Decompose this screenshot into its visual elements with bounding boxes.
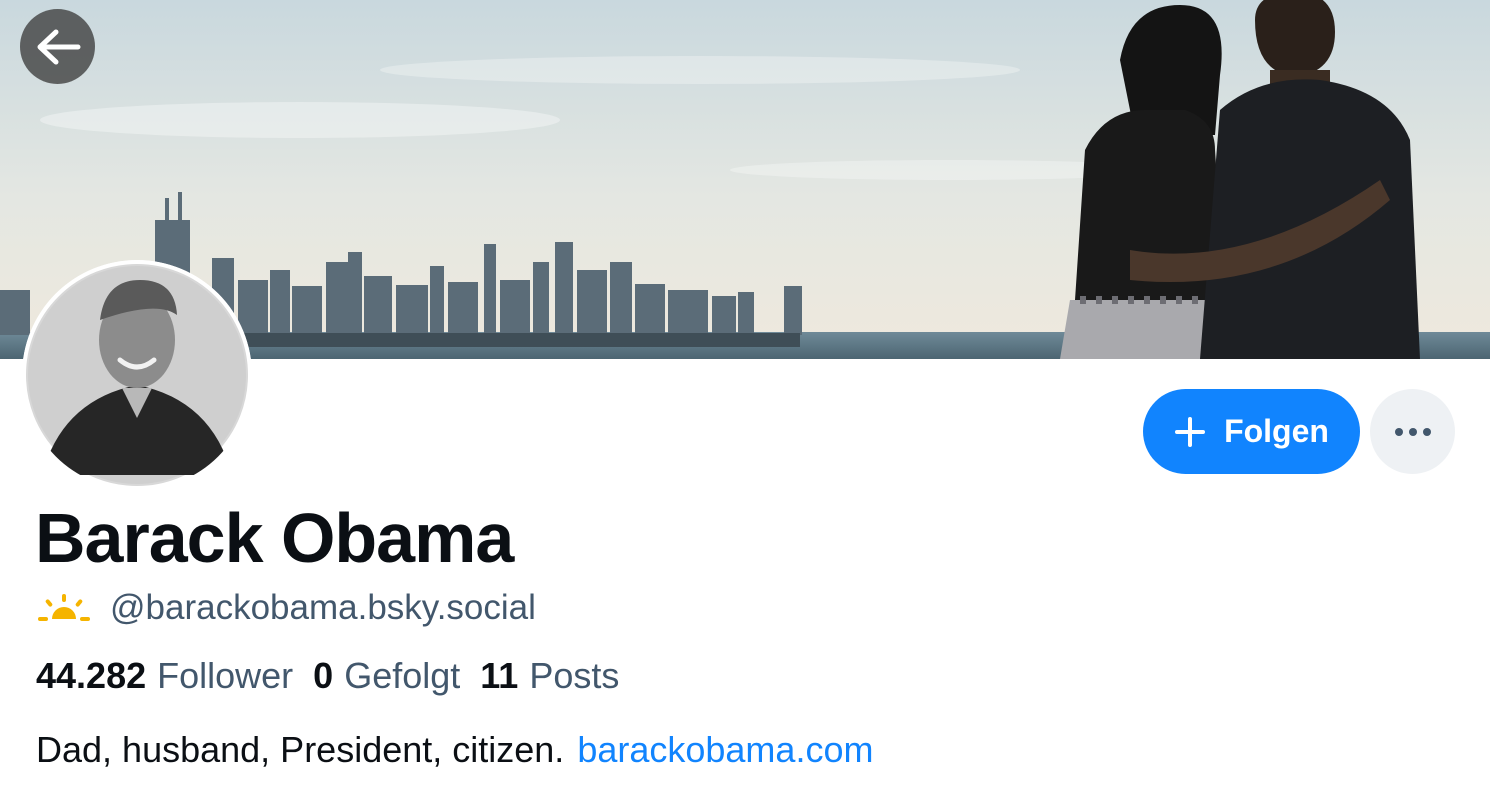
avatar[interactable]: [22, 260, 252, 490]
back-button[interactable]: [20, 9, 95, 84]
handle[interactable]: @barackobama.bsky.social: [110, 588, 536, 628]
bio-link[interactable]: barackobama.com: [577, 729, 873, 771]
handle-row: @barackobama.bsky.social: [38, 588, 536, 628]
following-count: 0: [313, 655, 334, 696]
bio-text: Dad, husband, President, citizen.: [36, 729, 565, 770]
avatar-image: [22, 260, 252, 490]
profile-bio: Dad, husband, President, citizen. barack…: [36, 729, 873, 771]
more-options-button[interactable]: [1370, 389, 1455, 474]
sunrise-icon: [38, 594, 90, 621]
posts-stat: 11 Posts: [480, 655, 619, 697]
follow-button-label: Folgen: [1224, 413, 1329, 449]
posts-label: Posts: [529, 655, 620, 696]
followers-label: Follower: [157, 655, 294, 696]
following-label: Gefolgt: [344, 655, 461, 696]
plus-icon: [1175, 416, 1206, 447]
followers-stat[interactable]: 44.282 Follower: [36, 655, 293, 697]
profile-stats: 44.282 Follower 0 Gefolgt 11 Posts: [36, 655, 619, 697]
follow-button[interactable]: Folgen: [1143, 389, 1360, 474]
posts-count: 11: [480, 655, 519, 696]
arrow-left-icon: [37, 29, 80, 64]
display-name: Barack Obama: [35, 499, 514, 577]
ellipsis-icon: [1394, 427, 1431, 436]
followers-count: 44.282: [36, 655, 147, 696]
following-stat[interactable]: 0 Gefolgt: [313, 655, 460, 697]
